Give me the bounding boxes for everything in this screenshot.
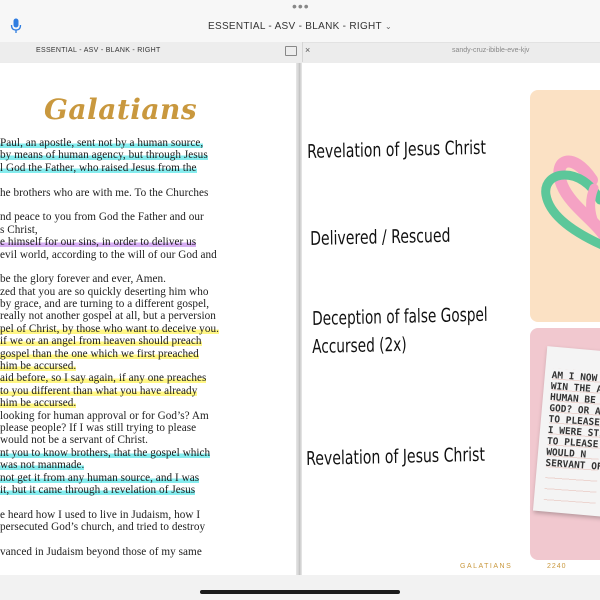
scripture-line-text: was not manmade. [0, 459, 85, 472]
scripture-line-text: be the glory forever and ever, Amen. [0, 273, 166, 286]
scripture-line-text: if we or an angel from heaven should pre… [0, 335, 202, 348]
scripture-line [0, 496, 290, 508]
handwritten-note[interactable]: Delivered / Rescued [310, 225, 451, 250]
scripture-line: zed that you are so quickly deserting hi… [0, 286, 290, 298]
scripture-line: by grace, and are turning to a different… [0, 298, 290, 310]
scripture-line: if we or an angel from heaven should pre… [0, 335, 290, 348]
scripture-line-text: looking for human approval or for God’s?… [0, 409, 209, 422]
scripture-line-text: nt you to know brothers, that the gospel… [0, 446, 211, 459]
scripture-line-text: really not another gospel at all, but a … [0, 310, 216, 323]
scripture-line: really not another gospel at all, but a … [0, 310, 290, 322]
quote-text: AM I NOW WIN THE A HUMAN BE GOD? OR AM TO PL… [545, 370, 600, 473]
scripture-line: him be accursed. [0, 360, 290, 373]
document-title-text: ESSENTIAL - ASV - BLANK - RIGHT [208, 21, 382, 32]
footer-page-number: 2240 [547, 563, 567, 570]
scripture-line: please people? If I was still trying to … [0, 422, 290, 434]
scripture-line [0, 174, 290, 186]
scripture-line-text: Paul, an apostle, sent not by a human so… [0, 137, 204, 149]
scripture-line: gospel than the one which we first preac… [0, 347, 290, 360]
scripture-line [0, 261, 290, 273]
scripture-line: e heard how I used to live in Judaism, h… [0, 509, 290, 521]
scripture-line-text: aid before, so I say again, if any one p… [0, 372, 207, 385]
handwritten-note[interactable]: Revelation of Jesus Christ [306, 444, 485, 470]
scripture-line: evil world, according to the will of our… [0, 249, 290, 261]
scripture-line: pel of Christ, by those who want to dece… [0, 322, 290, 335]
scripture-line-text: evil world, according to the will of our… [0, 248, 217, 261]
scripture-line-text: he brothers who are with me. To the Chur… [0, 186, 209, 199]
handwritten-note[interactable]: Deception of false Gospel [312, 304, 488, 330]
footer-book-name: GALATIANS [460, 563, 513, 570]
scripture-line: nd peace to you from God the Father and … [0, 211, 290, 223]
scripture-line-text: gospel than the one which we first preac… [0, 347, 199, 360]
scripture-line-text: it, but it came through a revelation of … [0, 483, 196, 496]
scripture-line: looking for human approval or for God’s?… [0, 410, 290, 422]
scripture-line-text: by means of human agency, but through Je… [0, 149, 208, 162]
scripture-line: him be accursed. [0, 397, 290, 410]
chevron-down-icon[interactable]: ⌄ [385, 22, 392, 31]
ellipsis-icon[interactable]: ••• [292, 0, 310, 13]
scripture-line: it, but it came through a revelation of … [0, 483, 290, 496]
scripture-line: aid before, so I say again, if any one p… [0, 372, 290, 385]
scripture-line-text: persecuted God’s church, and tried to de… [0, 521, 206, 534]
scripture-line: vanced in Judaism beyond those of my sam… [0, 546, 290, 558]
scripture-line: persecuted God’s church, and tried to de… [0, 521, 290, 533]
scripture-line: nt you to know brothers, that the gospel… [0, 446, 290, 459]
scripture-line-text: would not be a servant of Christ. [0, 434, 148, 447]
scripture-line: he brothers who are with me. To the Chur… [0, 187, 290, 199]
scripture-line [0, 534, 290, 546]
scripture-line-text: e himself for our sins, in order to deli… [0, 236, 197, 249]
scripture-line-text: zed that you are so quickly deserting hi… [0, 285, 209, 298]
close-icon[interactable]: × [305, 45, 310, 55]
scripture-line: Paul, an apostle, sent not by a human so… [0, 137, 290, 149]
scripture-line-text: e heard how I used to live in Judaism, h… [0, 508, 201, 521]
scripture-text[interactable]: Paul, an apostle, sent not by a human so… [0, 137, 290, 558]
scripture-line-text: him be accursed. [0, 360, 77, 373]
scripture-line-text: please people? If I was still trying to … [0, 421, 197, 434]
scripture-line: be the glory forever and ever, Amen. [0, 273, 290, 285]
book-title: Galatians [44, 93, 198, 126]
home-indicator[interactable] [200, 590, 400, 594]
scripture-line: not get it from any human source, and I … [0, 471, 290, 484]
scripture-line: s Christ, [0, 224, 290, 236]
tab-label: ESSENTIAL - ASV - BLANK - RIGHT [36, 47, 161, 54]
scripture-line: by means of human agency, but through Je… [0, 149, 290, 162]
scripture-line-text: to you different than what you have alre… [0, 384, 198, 397]
scripture-line-text: not get it from any human source, and I … [0, 471, 200, 484]
bottom-area [0, 575, 600, 600]
scripture-line: would not be a servant of Christ. [0, 434, 290, 446]
scripture-line: was not manmade. [0, 459, 290, 472]
scripture-line: to you different than what you have alre… [0, 384, 290, 397]
scripture-line-text: s Christ, [0, 223, 38, 236]
scripture-line-text: l God the Father, who raised Jesus from … [0, 161, 197, 174]
scripture-line: e himself for our sins, in order to deli… [0, 236, 290, 249]
scripture-line-text: him be accursed. [0, 397, 77, 410]
split-view-icon[interactable] [285, 46, 297, 56]
scripture-line-text: pel of Christ, by those who want to dece… [0, 322, 219, 335]
scripture-line [0, 199, 290, 211]
scripture-line: l God the Father, who raised Jesus from … [0, 161, 290, 174]
hearts-icon [541, 155, 600, 250]
scripture-line-text: vanced in Judaism beyond those of my sam… [0, 545, 202, 558]
document-title[interactable]: ESSENTIAL - ASV - BLANK - RIGHT ⌄ [0, 21, 600, 32]
scripture-line-text: by grace, and are turning to a different… [0, 298, 210, 311]
scripture-line-text: nd peace to you from God the Father and … [0, 211, 204, 224]
tab-sandy-cruz[interactable]: sandy-cruz-ibible-eve-kjv [452, 47, 529, 54]
handwritten-note[interactable]: Revelation of Jesus Christ [307, 137, 486, 163]
handwritten-note[interactable]: Accursed (2x) [312, 334, 407, 358]
